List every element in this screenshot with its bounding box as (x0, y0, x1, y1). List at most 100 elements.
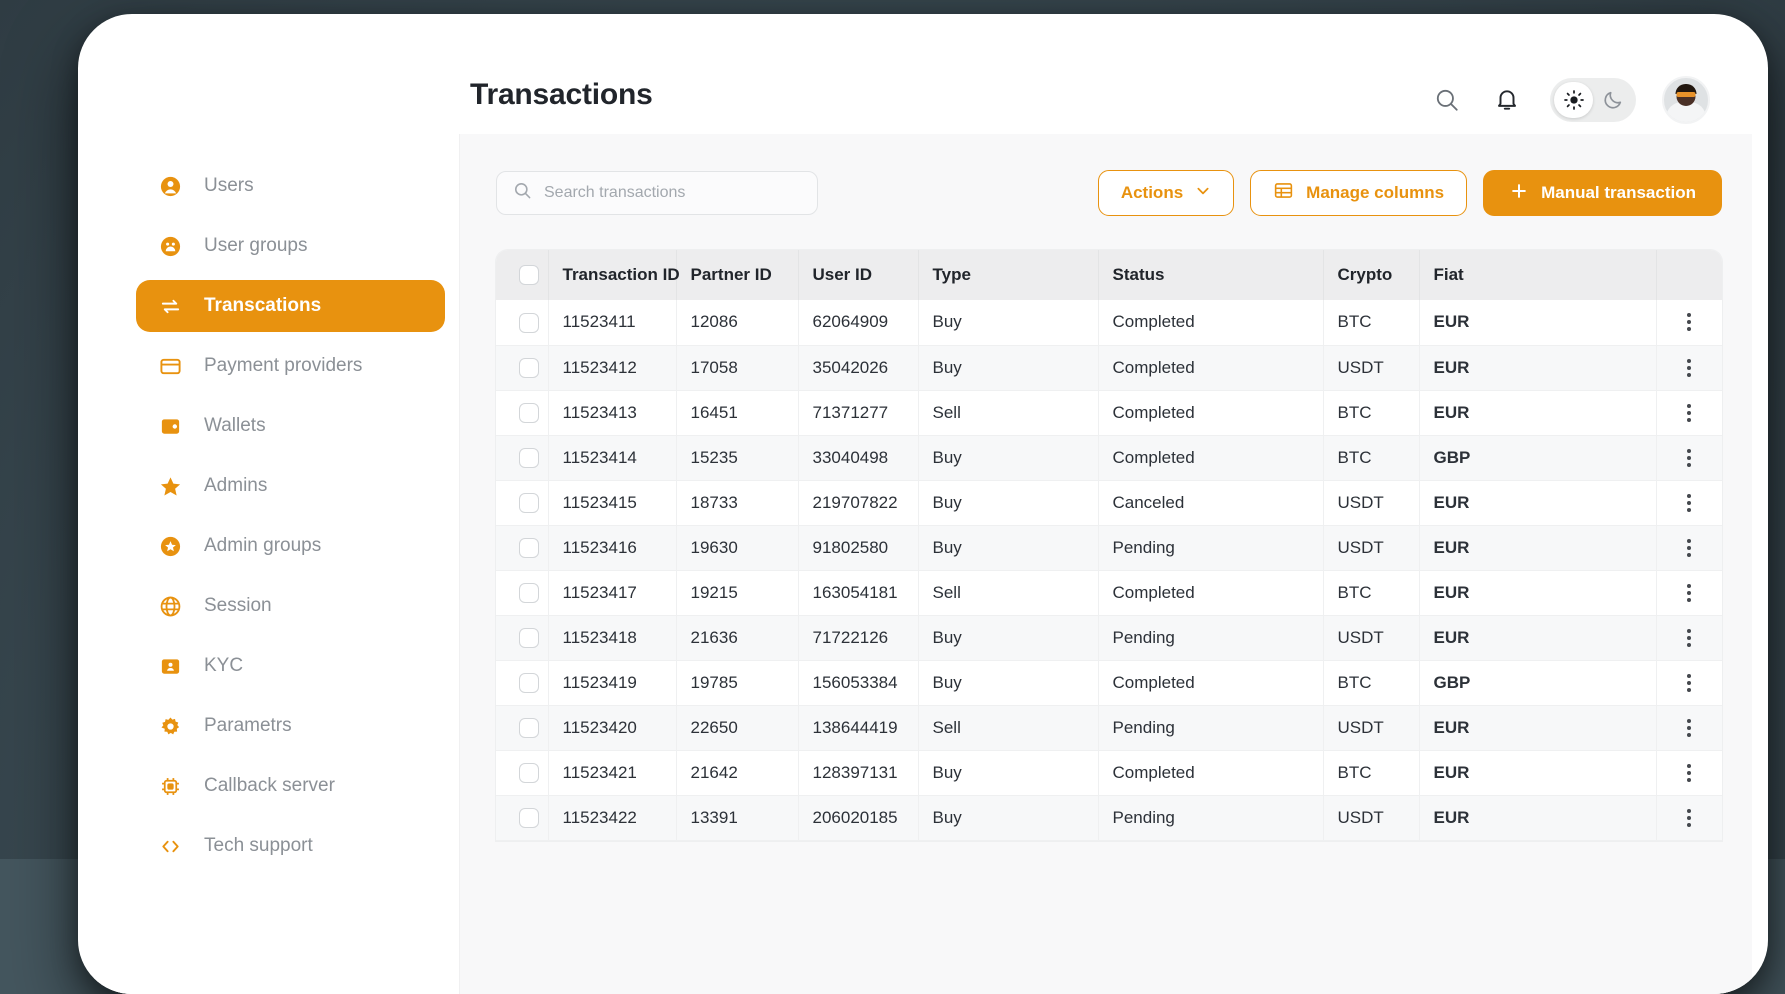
sidebar-item-callback-server[interactable]: Callback server (136, 760, 445, 812)
cell-partner-id: 21642 (676, 750, 799, 796)
table-row[interactable]: 11523412 17058 35042026 Buy Completed USDT EUR (496, 345, 1722, 391)
kebab-menu-icon[interactable] (1671, 673, 1709, 692)
column-header-transaction-id[interactable]: Transaction ID (548, 250, 680, 300)
columns-table-icon (1273, 180, 1294, 206)
kebab-menu-icon[interactable] (1671, 403, 1709, 422)
kebab-menu-icon[interactable] (1671, 538, 1709, 557)
sidebar-item-transactions[interactable]: Transcations (136, 280, 445, 332)
cell-user-id: 35042026 (798, 345, 919, 391)
column-header-status[interactable]: Status (1098, 250, 1324, 300)
table-row[interactable]: 11523422 13391 206020185 Buy Pending USDT EUR (496, 795, 1722, 841)
row-actions-cell (1656, 300, 1722, 346)
kebab-menu-icon[interactable] (1671, 358, 1709, 377)
kebab-menu-icon[interactable] (1671, 313, 1709, 332)
table-row[interactable]: 11523411 12086 62064909 Buy Completed BTC EUR (496, 300, 1722, 346)
manage-columns-button[interactable]: Manage columns (1250, 170, 1468, 216)
moon-icon[interactable] (1593, 82, 1632, 118)
kebab-menu-icon[interactable] (1671, 583, 1709, 602)
search-transactions-box[interactable] (496, 171, 818, 215)
row-checkbox[interactable] (518, 447, 539, 468)
select-all-checkbox[interactable] (518, 265, 539, 286)
row-checkbox[interactable] (518, 672, 539, 693)
row-select-cell (496, 300, 549, 346)
column-header-crypto[interactable]: Crypto (1323, 250, 1420, 300)
table-row[interactable]: 11523416 19630 91802580 Buy Pending USDT EUR (496, 525, 1722, 571)
row-checkbox[interactable] (518, 582, 539, 603)
kebab-menu-icon[interactable] (1671, 493, 1709, 512)
cell-status: Completed (1098, 660, 1324, 706)
search-input[interactable] (544, 184, 801, 202)
actions-button[interactable]: Actions (1097, 170, 1235, 216)
column-header-type[interactable]: Type (918, 250, 1099, 300)
row-checkbox[interactable] (518, 717, 539, 738)
row-actions-cell (1656, 660, 1722, 706)
row-select-cell (496, 480, 549, 526)
cell-type: Sell (918, 390, 1099, 436)
cell-partner-id: 12086 (676, 300, 799, 346)
column-header-user-id[interactable]: User ID (798, 250, 919, 300)
cell-type: Buy (918, 795, 1099, 841)
sidebar-item-label: Session (204, 595, 272, 616)
column-header-actions (1656, 250, 1722, 300)
cell-partner-id: 19630 (676, 525, 799, 571)
sidebar-item-users[interactable]: Users (136, 160, 445, 212)
cell-status: Completed (1098, 390, 1324, 436)
cell-status: Completed (1098, 300, 1324, 346)
sidebar-item-admin-groups[interactable]: Admin groups (136, 520, 445, 572)
sidebar-item-parameters[interactable]: Parametrs (136, 700, 445, 752)
kebab-menu-icon[interactable] (1671, 448, 1709, 467)
row-select-cell (496, 525, 549, 571)
kebab-menu-icon[interactable] (1671, 763, 1709, 782)
cell-fiat: EUR (1419, 750, 1657, 796)
sidebar-item-tech-support[interactable]: Tech support (136, 820, 445, 872)
cell-type: Buy (918, 435, 1099, 481)
kebab-menu-icon[interactable] (1671, 718, 1709, 737)
table-row[interactable]: 11523420 22650 138644419 Sell Pending USDT EUR (496, 705, 1722, 751)
manual-transaction-button[interactable]: Manual transaction (1483, 170, 1722, 216)
cell-partner-id: 17058 (676, 345, 799, 391)
column-header-partner-id[interactable]: Partner ID (676, 250, 799, 300)
cell-user-id: 206020185 (798, 795, 919, 841)
table-row[interactable]: 11523419 19785 156053384 Buy Completed BTC GBP (496, 660, 1722, 706)
row-checkbox[interactable] (518, 537, 539, 558)
search-icon[interactable] (1430, 83, 1464, 117)
column-header-fiat[interactable]: Fiat (1419, 250, 1657, 300)
sidebar-item-wallets[interactable]: Wallets (136, 400, 445, 452)
sidebar-item-admins[interactable]: Admins (136, 460, 445, 512)
table-row[interactable]: 11523417 19215 163054181 Sell Completed BTC EU… (496, 570, 1722, 616)
row-checkbox[interactable] (518, 762, 539, 783)
app-window: Transactions Users User groups Transcati… (78, 14, 1768, 994)
cell-crypto: USDT (1323, 480, 1420, 526)
row-select-cell (496, 615, 549, 661)
table-row[interactable]: 11523414 15235 33040498 Buy Completed BTC GBP (496, 435, 1722, 481)
cell-user-id: 62064909 (798, 300, 919, 346)
row-checkbox[interactable] (518, 807, 539, 828)
theme-toggle[interactable] (1550, 78, 1636, 122)
sidebar-item-label: Transcations (204, 295, 322, 316)
row-checkbox[interactable] (518, 402, 539, 423)
cell-partner-id: 19215 (676, 570, 799, 616)
table-row[interactable]: 11523421 21642 128397131 Buy Completed BTC EUR (496, 750, 1722, 796)
row-checkbox[interactable] (518, 312, 539, 333)
sidebar-item-label: Wallets (204, 415, 266, 436)
kebab-menu-icon[interactable] (1671, 808, 1709, 827)
sidebar-item-user-groups[interactable]: User groups (136, 220, 445, 272)
manage-columns-label: Manage columns (1306, 183, 1445, 202)
table-row[interactable]: 11523413 16451 71371277 Sell Completed BTC EUR (496, 390, 1722, 436)
kebab-menu-icon[interactable] (1671, 628, 1709, 647)
row-checkbox[interactable] (518, 357, 539, 378)
table-row[interactable]: 11523418 21636 71722126 Buy Pending USDT EUR (496, 615, 1722, 661)
sidebar-item-kyc[interactable]: KYC (136, 640, 445, 692)
cell-type: Buy (918, 615, 1099, 661)
row-checkbox[interactable] (518, 627, 539, 648)
sidebar-item-payment-providers[interactable]: Payment providers (136, 340, 445, 392)
sun-icon[interactable] (1554, 82, 1593, 118)
avatar[interactable] (1662, 76, 1710, 124)
cell-type: Buy (918, 345, 1099, 391)
bell-icon[interactable] (1490, 83, 1524, 117)
table-row[interactable]: 11523415 18733 219707822 Buy Canceled USDT EUR (496, 480, 1722, 526)
row-checkbox[interactable] (518, 492, 539, 513)
sidebar-item-session[interactable]: Session (136, 580, 445, 632)
page-title: Transactions (470, 78, 653, 111)
cell-status: Pending (1098, 795, 1324, 841)
